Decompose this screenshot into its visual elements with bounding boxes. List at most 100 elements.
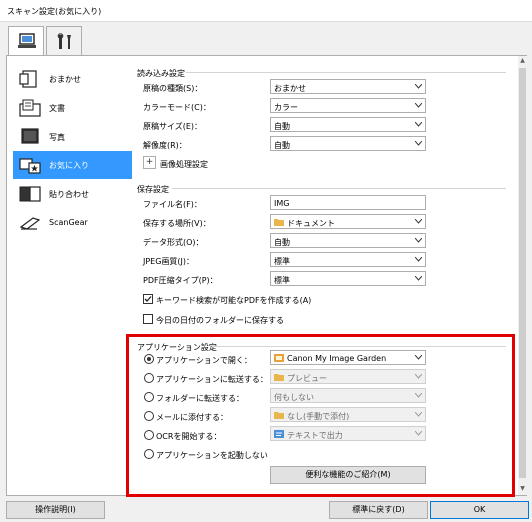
sidebar-item-auto[interactable]: おまかせ xyxy=(13,65,132,93)
scrollbar-thumb[interactable] xyxy=(519,68,526,478)
select-value: 標準 xyxy=(274,276,290,285)
chevron-down-icon xyxy=(415,374,422,379)
file-name-field[interactable]: IMG xyxy=(270,195,426,210)
chevron-down-icon xyxy=(415,219,422,224)
chevron-down-icon xyxy=(415,122,422,127)
select-value: おまかせ xyxy=(274,84,306,93)
window-title: スキャン設定(お気に入り) xyxy=(7,7,102,16)
resolution-label: 解像度(R)： xyxy=(143,141,187,150)
searchable-pdf-label: キーワード検索が可能なPDFを作成する(A) xyxy=(156,296,312,305)
save-location-select[interactable]: ドキュメント xyxy=(270,214,426,229)
section-divider xyxy=(186,72,506,73)
ok-button[interactable]: OK xyxy=(430,501,529,519)
paper-size-select[interactable]: 自動 xyxy=(270,117,426,132)
send-to-folder-radio[interactable] xyxy=(144,392,154,402)
checkmark-icon xyxy=(144,296,152,302)
file-name-value: IMG xyxy=(274,199,290,208)
sidebar-item-stitch[interactable]: 貼り合わせ xyxy=(13,180,132,208)
chevron-down-icon xyxy=(415,141,422,146)
paper-size-label: 原稿サイズ(E)： xyxy=(143,122,203,131)
photo-scan-icon xyxy=(21,128,39,144)
select-value: 自動 xyxy=(274,122,290,131)
date-folder-checkbox[interactable] xyxy=(143,314,153,324)
scangear-icon xyxy=(19,217,41,230)
sidebar-item-favorite[interactable]: お気に入り xyxy=(13,151,132,179)
do-not-start-app-radio[interactable] xyxy=(144,449,154,459)
scroll-down-icon[interactable]: ▼ xyxy=(518,484,527,493)
attach-to-email-label: メールに添付する： xyxy=(156,413,228,422)
open-with-app-select[interactable]: Canon My Image Garden xyxy=(270,350,426,365)
attach-to-email-radio[interactable] xyxy=(144,411,154,421)
scan-options-title: 読み込み設定 xyxy=(137,69,185,78)
file-name-label: ファイル名(F)： xyxy=(143,200,202,209)
select-value: 何もしない xyxy=(274,393,314,402)
favorite-scan-icon xyxy=(19,158,41,174)
pdf-compression-label: PDF圧縮タイプ(P)： xyxy=(143,276,218,285)
folder-icon xyxy=(274,412,284,419)
select-value: カラー xyxy=(274,103,298,112)
folder-icon xyxy=(274,374,284,381)
vertical-scrollbar[interactable]: ▲ ▼ xyxy=(518,56,527,495)
scroll-up-icon[interactable]: ▲ xyxy=(518,56,527,65)
scan-from-computer-icon xyxy=(18,33,36,48)
save-location-label: 保存する場所(V)： xyxy=(143,219,211,228)
tab-general-settings[interactable] xyxy=(46,26,82,56)
more-functions-button[interactable]: 便利な機能のご紹介(M) xyxy=(270,466,426,484)
sidebar-item-label: おまかせ xyxy=(49,75,81,84)
folder-icon xyxy=(274,219,284,226)
do-not-start-app-label: アプリケーションを起動しない xyxy=(156,451,268,460)
color-mode-select[interactable]: カラー xyxy=(270,98,426,113)
section-divider xyxy=(212,346,506,347)
open-with-app-label: アプリケーションで開く： xyxy=(156,356,252,365)
sidebar-item-document[interactable]: 文書 xyxy=(13,94,132,122)
chevron-down-icon xyxy=(415,431,422,436)
resolution-select[interactable]: 自動 xyxy=(270,136,426,151)
top-tab-strip xyxy=(0,22,532,57)
chevron-down-icon xyxy=(415,257,422,262)
send-to-app-radio[interactable] xyxy=(144,373,154,383)
sidebar-item-photo[interactable]: 写真 xyxy=(13,123,132,151)
save-settings-title: 保存設定 xyxy=(137,185,169,194)
document-scan-icon xyxy=(19,99,41,117)
sidebar-item-label: お気に入り xyxy=(49,161,89,170)
jpeg-quality-select[interactable]: 標準 xyxy=(270,252,426,267)
sidebar-item-label: 貼り合わせ xyxy=(49,190,89,199)
send-to-app-label: アプリケーションに転送する： xyxy=(156,375,268,384)
chevron-down-icon xyxy=(415,84,422,89)
section-divider xyxy=(172,188,506,189)
chevron-down-icon xyxy=(415,276,422,281)
data-format-label: データ形式(O)： xyxy=(143,238,204,247)
chevron-down-icon xyxy=(415,393,422,398)
open-with-app-radio[interactable] xyxy=(144,354,154,364)
document-type-select[interactable]: おまかせ xyxy=(270,79,426,94)
select-value: 自動 xyxy=(274,238,290,247)
send-to-app-select[interactable]: プレビュー xyxy=(270,369,426,384)
chevron-down-icon xyxy=(415,355,422,360)
general-settings-tools-icon xyxy=(57,33,71,49)
sidebar-item-scangear[interactable]: ScanGear xyxy=(13,209,132,237)
select-value: 自動 xyxy=(274,141,290,150)
tab-scan-from-computer[interactable] xyxy=(8,26,44,57)
app-settings-title: アプリケーション設定 xyxy=(137,343,217,352)
expand-image-processing-button[interactable]: + xyxy=(143,156,156,169)
stitch-scan-icon xyxy=(19,186,41,202)
attach-to-email-select[interactable]: なし(手動で添付) xyxy=(270,407,426,422)
searchable-pdf-checkbox[interactable] xyxy=(143,294,153,304)
chevron-down-icon xyxy=(415,103,422,108)
select-value: ドキュメント xyxy=(287,219,335,228)
instructions-button[interactable]: 操作説明(I) xyxy=(6,501,105,519)
send-to-folder-select[interactable]: 何もしない xyxy=(270,388,426,403)
select-value: Canon My Image Garden xyxy=(287,354,387,363)
send-to-folder-label: フォルダーに転送する： xyxy=(156,394,244,403)
start-ocr-radio[interactable] xyxy=(144,430,154,440)
color-mode-label: カラーモード(C)： xyxy=(143,103,211,112)
document-type-label: 原稿の種類(S)： xyxy=(143,84,203,93)
pdf-compression-select[interactable]: 標準 xyxy=(270,271,426,286)
radio-selected-dot xyxy=(147,357,151,361)
sidebar-item-label: ScanGear xyxy=(49,218,88,227)
data-format-select[interactable]: 自動 xyxy=(270,233,426,248)
start-ocr-label: OCRを開始する： xyxy=(156,432,222,441)
defaults-button[interactable]: 標準に戻す(D) xyxy=(329,501,428,519)
start-ocr-select[interactable]: テキストで出力 xyxy=(270,426,426,441)
date-folder-label: 今日の日付のフォルダーに保存する xyxy=(156,316,284,325)
